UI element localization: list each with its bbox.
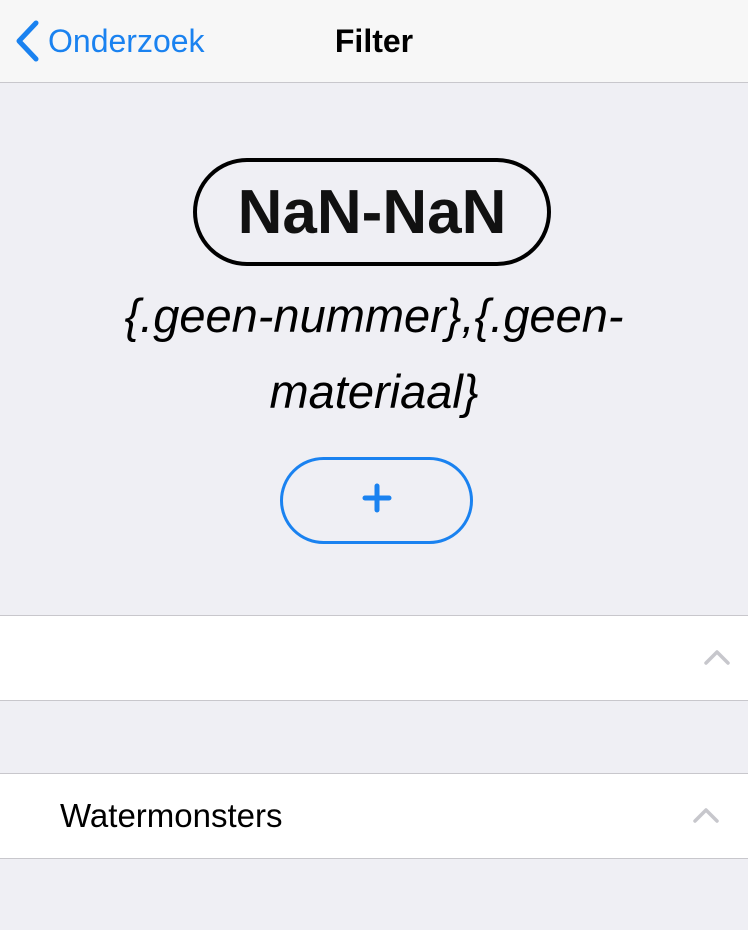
section-header-row[interactable]	[0, 615, 748, 701]
section-label-watermonsters: Watermonsters	[60, 797, 283, 834]
add-button[interactable]	[280, 457, 473, 544]
navigation-bar: Onderzoek Filter	[0, 0, 748, 83]
section-watermonsters[interactable]: Watermonsters	[0, 773, 748, 859]
chevron-up-icon	[692, 806, 720, 829]
back-button[interactable]: Onderzoek	[14, 18, 205, 64]
chevron-up-icon	[703, 648, 731, 671]
back-button-label: Onderzoek	[48, 23, 205, 59]
chevron-left-icon	[14, 20, 40, 62]
code-badge: NaN-NaN	[193, 158, 551, 266]
subtitle: {.geen-nummer},{.geen-materiaal}	[124, 289, 624, 418]
plus-icon	[362, 483, 392, 518]
